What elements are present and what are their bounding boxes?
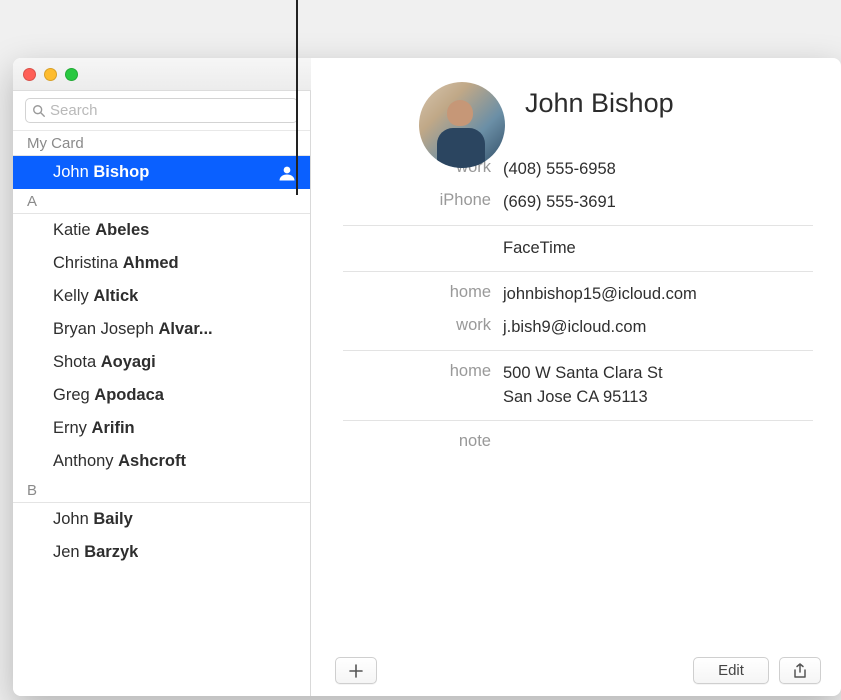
address-row[interactable]: home 500 W Santa Clara St San Jose CA 95…	[311, 357, 813, 413]
field-value: johnbishop15@icloud.com	[503, 283, 697, 306]
section-header-my-card: My Card	[13, 131, 310, 156]
contacts-sidebar: My Card John Bishop A Katie Abeles Chris…	[13, 58, 311, 696]
zoom-window-button[interactable]	[65, 68, 78, 81]
contact-header: John Bishop	[311, 88, 813, 119]
section-header-b: B	[13, 478, 310, 503]
my-card-icon	[278, 165, 296, 181]
add-contact-button[interactable]	[335, 657, 377, 684]
field-value: (669) 555-3691	[503, 191, 616, 214]
separator	[343, 420, 813, 421]
field-value: 500 W Santa Clara St San Jose CA 95113	[503, 362, 663, 408]
field-label: iPhone	[311, 191, 503, 210]
avatar[interactable]	[419, 82, 505, 168]
detail-toolbar: Edit	[335, 657, 821, 684]
list-item[interactable]: Kelly Altick	[13, 280, 310, 313]
phone-row[interactable]: iPhone (669) 555-3691	[311, 186, 813, 219]
field-label: home	[311, 362, 503, 381]
email-row[interactable]: work j.bish9@icloud.com	[311, 311, 813, 344]
contacts-list[interactable]: My Card John Bishop A Katie Abeles Chris…	[13, 131, 310, 696]
contact-fields: work (408) 555-6958 iPhone (669) 555-369…	[311, 153, 813, 456]
section-header-a: A	[13, 189, 310, 214]
field-value: FaceTime	[503, 237, 576, 260]
edit-button[interactable]: Edit	[693, 657, 769, 684]
separator	[343, 225, 813, 226]
list-item[interactable]: John Baily	[13, 503, 310, 536]
my-card-item[interactable]: John Bishop	[13, 156, 310, 189]
contact-name-label: John Bishop	[53, 163, 149, 182]
list-item[interactable]: Erny Arifin	[13, 412, 310, 445]
phone-row[interactable]: work (408) 555-6958	[311, 153, 813, 186]
field-value: j.bish9@icloud.com	[503, 316, 646, 339]
facetime-row[interactable]: FaceTime	[311, 232, 813, 265]
close-window-button[interactable]	[23, 68, 36, 81]
contact-detail-pane: John Bishop work (408) 555-6958 iPhone (…	[311, 58, 841, 696]
plus-icon	[349, 664, 363, 678]
list-item[interactable]: Greg Apodaca	[13, 379, 310, 412]
separator	[343, 271, 813, 272]
share-button[interactable]	[779, 657, 821, 684]
search-icon	[32, 104, 46, 118]
list-item[interactable]: Anthony Ashcroft	[13, 445, 310, 478]
list-item[interactable]: Jen Barzyk	[13, 536, 310, 569]
list-item[interactable]: Christina Ahmed	[13, 247, 310, 280]
note-row[interactable]: note	[311, 427, 813, 456]
list-item[interactable]: Katie Abeles	[13, 214, 310, 247]
search-input[interactable]	[50, 102, 291, 119]
field-label: home	[311, 283, 503, 302]
contacts-window: My Card John Bishop A Katie Abeles Chris…	[13, 58, 841, 696]
field-value: (408) 555-6958	[503, 158, 616, 181]
separator	[343, 350, 813, 351]
annotation-callout-line	[296, 0, 298, 195]
minimize-window-button[interactable]	[44, 68, 57, 81]
list-item[interactable]: Bryan Joseph Alvar...	[13, 313, 310, 346]
field-label: note	[311, 432, 503, 451]
contact-name: John Bishop	[525, 88, 674, 119]
field-label: work	[311, 316, 503, 335]
search-field[interactable]	[25, 98, 298, 123]
email-row[interactable]: home johnbishop15@icloud.com	[311, 278, 813, 311]
search-wrap	[13, 91, 310, 131]
list-item[interactable]: Shota Aoyagi	[13, 346, 310, 379]
share-icon	[793, 663, 807, 679]
titlebar	[13, 58, 311, 91]
